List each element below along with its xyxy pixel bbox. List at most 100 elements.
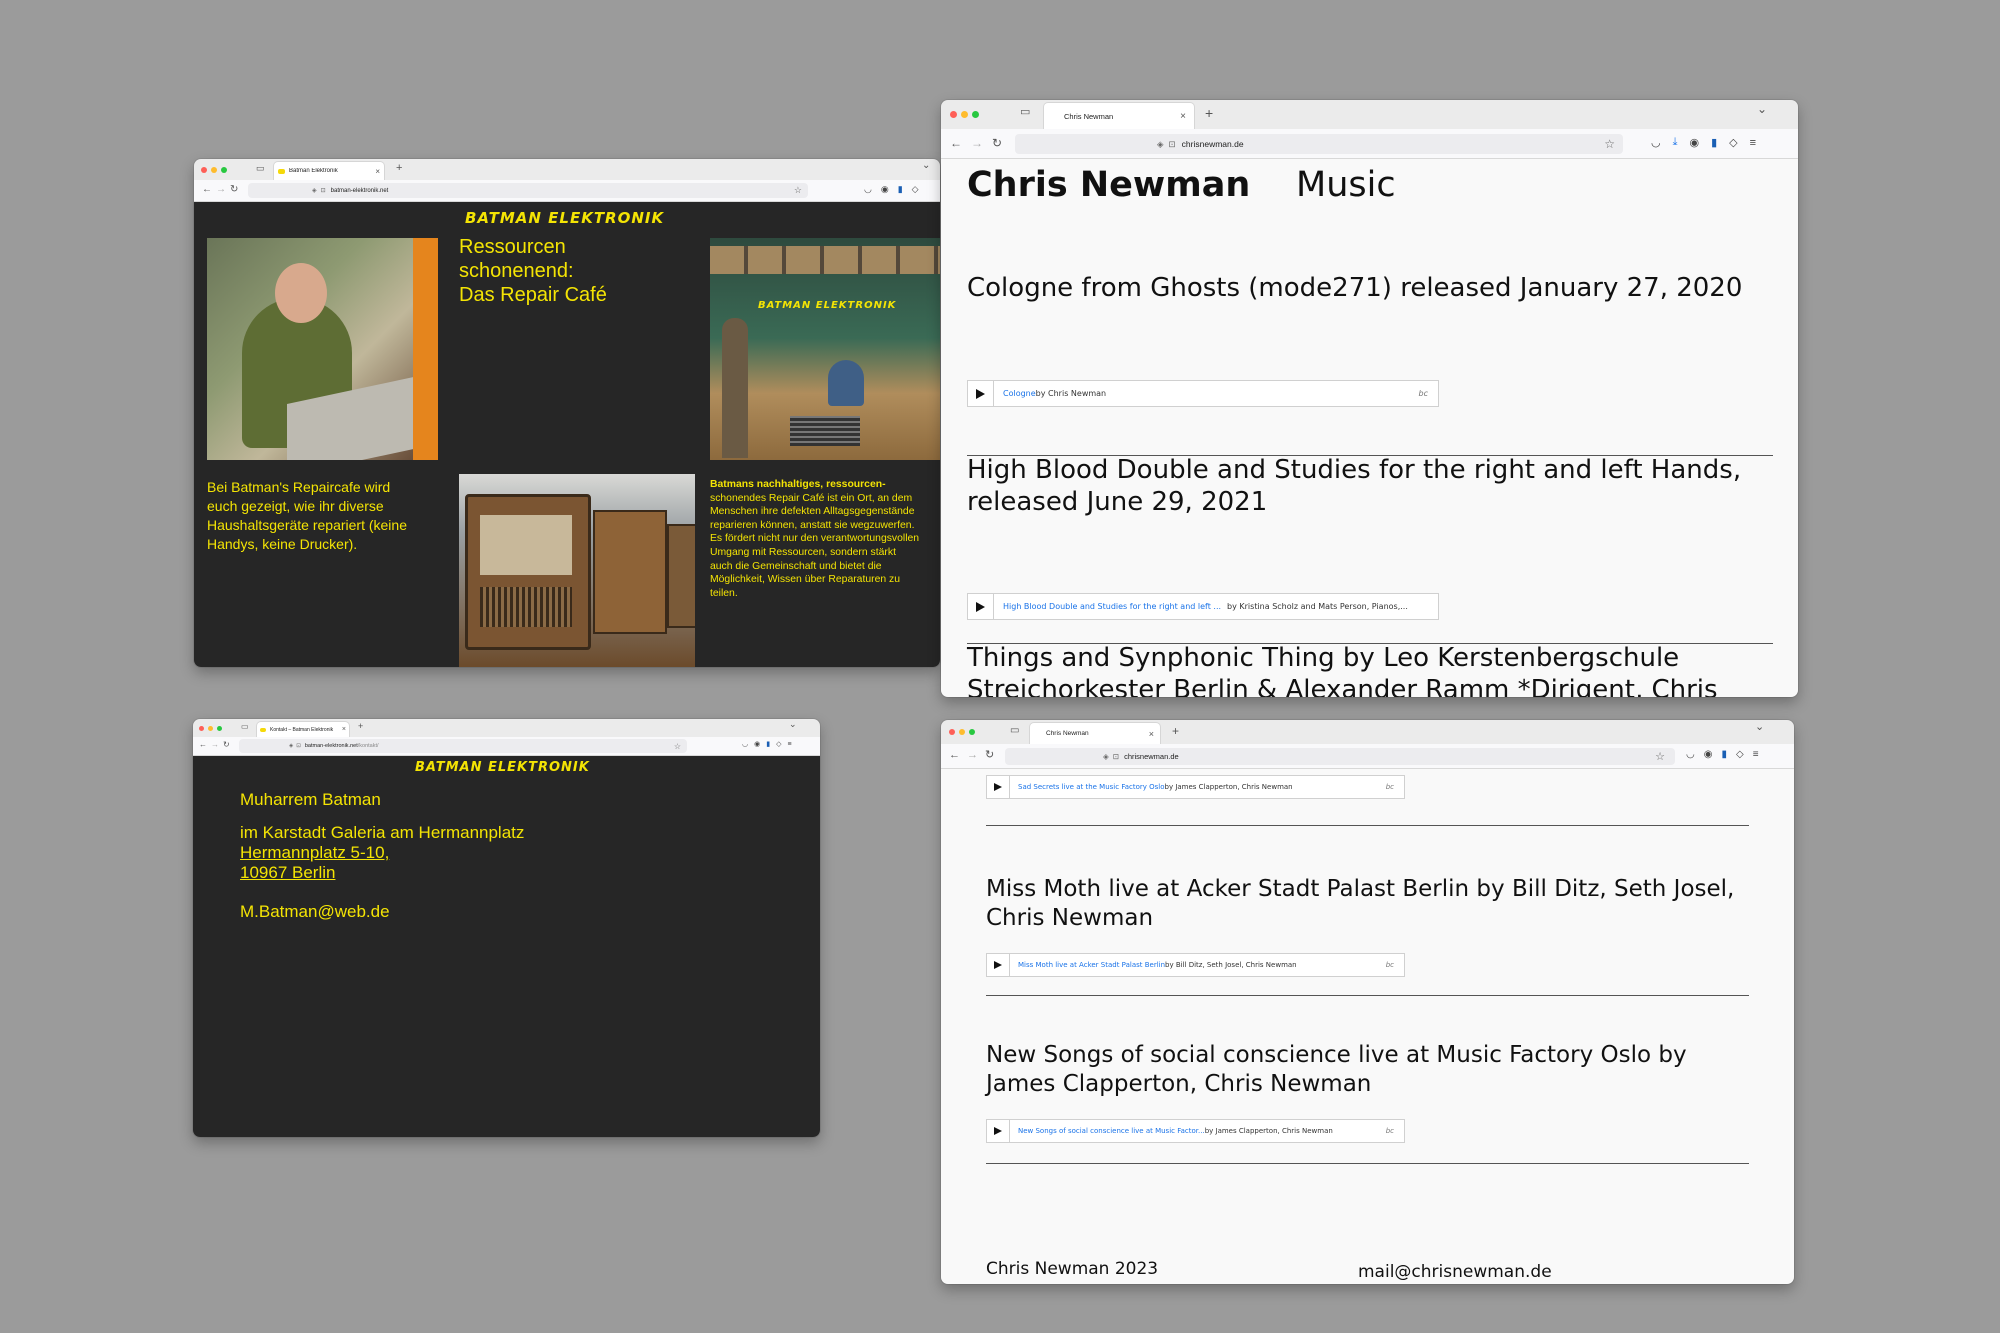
- tab-overview-icon[interactable]: ▭: [1020, 107, 1030, 118]
- bandcamp-logo-icon[interactable]: bc: [1386, 961, 1394, 969]
- bandcamp-logo-icon[interactable]: bc: [1386, 1127, 1394, 1135]
- new-tab-button[interactable]: +: [1172, 725, 1179, 737]
- puzzle-icon[interactable]: ◇: [776, 740, 781, 748]
- tab-close-icon[interactable]: ×: [375, 167, 380, 176]
- bandcamp-logo-icon[interactable]: bc: [1419, 389, 1428, 398]
- close-window-button[interactable]: [949, 729, 955, 735]
- maximize-window-button[interactable]: [972, 111, 979, 118]
- close-window-button[interactable]: [950, 111, 957, 118]
- minimize-window-button[interactable]: [961, 111, 968, 118]
- bookmark-star-icon[interactable]: ☆: [794, 185, 802, 196]
- back-arrow-icon[interactable]: ←: [950, 137, 962, 149]
- account-icon[interactable]: ◉: [1704, 749, 1713, 760]
- back-arrow-icon[interactable]: ←: [949, 750, 960, 761]
- nav-music[interactable]: Music: [1296, 165, 1396, 205]
- address-bar[interactable]: ◈ ⊡ batman-elektronik.net/kontakt/ ☆: [239, 739, 687, 753]
- puzzle-icon[interactable]: ◇: [1729, 136, 1737, 149]
- pocket-icon[interactable]: ◡: [742, 740, 748, 748]
- minimize-window-button[interactable]: [208, 726, 213, 731]
- bookmark-star-icon[interactable]: ☆: [1655, 750, 1665, 763]
- forward-arrow-icon[interactable]: →: [971, 137, 983, 149]
- close-window-button[interactable]: [199, 726, 204, 731]
- pocket-icon[interactable]: ◡: [1651, 136, 1661, 149]
- puzzle-icon[interactable]: ◇: [912, 184, 919, 195]
- bandcamp-logo-icon[interactable]: bc: [1386, 783, 1394, 791]
- embed-track-link[interactable]: Cologne: [1003, 389, 1036, 398]
- tab-batman-elektronik[interactable]: Batman Elektronik ×: [274, 162, 384, 180]
- download-icon[interactable]: ⤓: [1673, 136, 1678, 149]
- forward-arrow-icon[interactable]: →: [967, 750, 978, 761]
- embed-track-link[interactable]: Sad Secrets live at the Music Factory Os…: [1018, 783, 1165, 791]
- footer-email-link[interactable]: mail@chrisnewman.de: [1358, 1262, 1552, 1282]
- forward-arrow-icon[interactable]: →: [216, 185, 226, 195]
- play-button[interactable]: [987, 954, 1010, 976]
- pocket-icon[interactable]: ◡: [1686, 749, 1695, 760]
- tab-close-icon[interactable]: ×: [342, 726, 346, 733]
- tab-list-chevron-icon[interactable]: ⌄: [922, 161, 930, 171]
- tab-overview-icon[interactable]: ▭: [256, 164, 265, 173]
- menu-icon[interactable]: ≡: [1750, 137, 1756, 149]
- bookmark-star-icon[interactable]: ☆: [1604, 137, 1615, 151]
- play-button[interactable]: [987, 1120, 1010, 1142]
- maximize-window-button[interactable]: [221, 167, 227, 173]
- tab-close-icon[interactable]: ×: [1149, 729, 1154, 739]
- extension-icon[interactable]: ▮: [898, 184, 903, 195]
- pocket-icon[interactable]: ◡: [864, 184, 872, 195]
- play-button[interactable]: [987, 776, 1010, 798]
- site-logo[interactable]: BATMAN ELEKTRONIK: [465, 209, 664, 227]
- close-window-button[interactable]: [201, 167, 207, 173]
- bookmark-star-icon[interactable]: ☆: [674, 742, 681, 751]
- tab-chris-newman[interactable]: Chris Newman ×: [1030, 723, 1160, 744]
- tab-kontakt[interactable]: Kontakt – Batman Elektronik ×: [257, 722, 349, 737]
- account-icon[interactable]: ◉: [754, 740, 760, 748]
- tab-overview-icon[interactable]: ▭: [1010, 726, 1019, 736]
- extension-icon[interactable]: ▮: [1721, 749, 1727, 760]
- reload-icon[interactable]: ↻: [985, 750, 994, 761]
- tab-list-chevron-icon[interactable]: ⌄: [1755, 722, 1764, 733]
- tab-list-chevron-icon[interactable]: ⌄: [1757, 103, 1767, 115]
- bandcamp-player[interactable]: Miss Moth live at Acker Stadt Palast Ber…: [986, 953, 1405, 977]
- account-icon[interactable]: ◉: [1689, 136, 1699, 149]
- contact-street-link[interactable]: Hermannplatz 5-10,: [240, 843, 524, 863]
- reload-icon[interactable]: ↻: [223, 741, 230, 749]
- play-button[interactable]: [968, 594, 994, 619]
- new-tab-button[interactable]: +: [1205, 106, 1213, 120]
- embed-track-link[interactable]: High Blood Double and Studies for the ri…: [1003, 602, 1221, 611]
- back-arrow-icon[interactable]: ←: [202, 185, 212, 195]
- bandcamp-player[interactable]: Sad Secrets live at the Music Factory Os…: [986, 775, 1405, 799]
- address-bar[interactable]: ◈ ⊡ chrisnewman.de ☆: [1005, 748, 1675, 765]
- menu-icon[interactable]: ≡: [1753, 749, 1759, 760]
- site-name[interactable]: Chris Newman: [967, 165, 1250, 205]
- maximize-window-button[interactable]: [217, 726, 222, 731]
- reload-icon[interactable]: ↻: [992, 137, 1002, 149]
- puzzle-icon[interactable]: ◇: [1736, 749, 1744, 760]
- bandcamp-player[interactable]: Cologne by Chris Newman bc: [967, 380, 1439, 407]
- forward-arrow-icon[interactable]: →: [211, 741, 219, 749]
- new-tab-button[interactable]: +: [358, 722, 363, 731]
- minimize-window-button[interactable]: [211, 167, 217, 173]
- address-bar[interactable]: ◈ ⊡ chrisnewman.de ☆: [1015, 134, 1623, 154]
- bandcamp-player[interactable]: High Blood Double and Studies for the ri…: [967, 593, 1439, 620]
- tab-chris-newman[interactable]: Chris Newman ×: [1044, 103, 1194, 129]
- new-tab-button[interactable]: +: [396, 163, 402, 174]
- minimize-window-button[interactable]: [959, 729, 965, 735]
- extension-icon[interactable]: ▮: [1711, 136, 1717, 149]
- play-button[interactable]: [968, 381, 994, 406]
- contact-city-link[interactable]: 10967 Berlin: [240, 863, 524, 883]
- maximize-window-button[interactable]: [969, 729, 975, 735]
- extension-icon[interactable]: ▮: [766, 740, 770, 748]
- menu-icon[interactable]: ≡: [787, 741, 791, 748]
- account-icon[interactable]: ◉: [881, 184, 889, 195]
- contact-email-link[interactable]: M.Batman@web.de: [240, 902, 524, 922]
- tab-overview-icon[interactable]: ▭: [241, 723, 249, 731]
- reload-icon[interactable]: ↻: [230, 185, 238, 195]
- page-content: Sad Secrets live at the Music Factory Os…: [941, 769, 1794, 1284]
- site-logo[interactable]: BATMAN ELEKTRONIK: [415, 760, 590, 775]
- back-arrow-icon[interactable]: ←: [199, 741, 207, 749]
- address-bar[interactable]: ◈ ⊡ batman-elektronik.net ☆: [248, 183, 808, 198]
- tab-close-icon[interactable]: ×: [1180, 111, 1186, 122]
- bandcamp-player[interactable]: New Songs of social conscience live at M…: [986, 1119, 1405, 1143]
- embed-track-link[interactable]: Miss Moth live at Acker Stadt Palast Ber…: [1018, 961, 1165, 969]
- tab-list-chevron-icon[interactable]: ⌄: [789, 720, 797, 729]
- embed-track-link[interactable]: New Songs of social conscience live at M…: [1018, 1127, 1205, 1135]
